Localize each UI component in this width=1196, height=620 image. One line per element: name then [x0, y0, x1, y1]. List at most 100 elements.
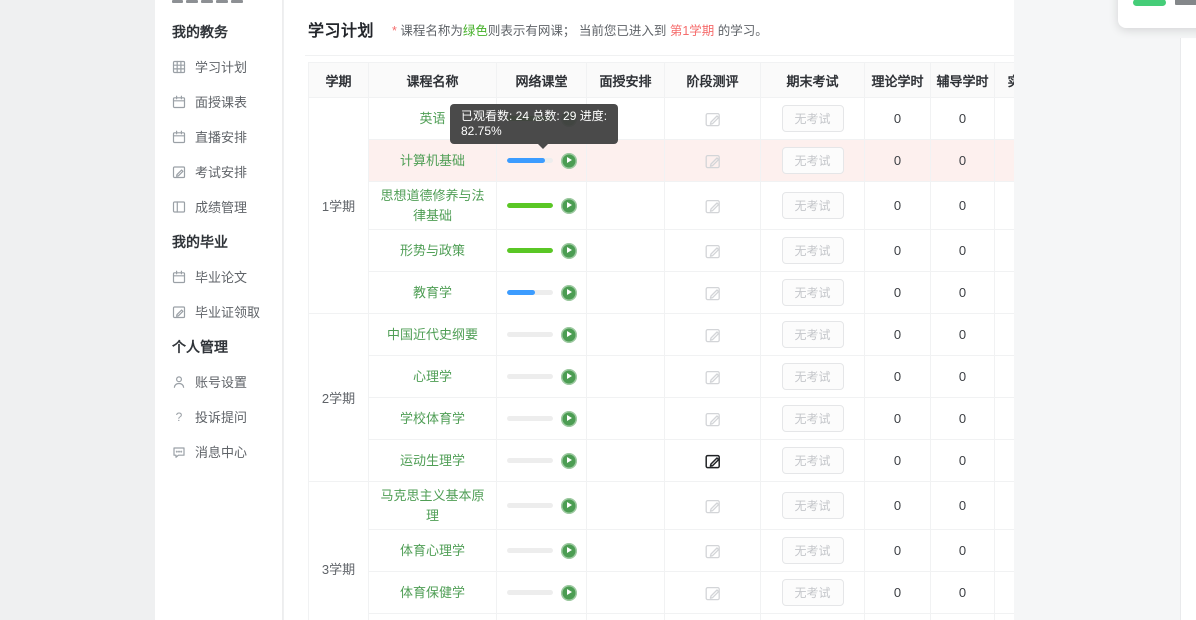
final-exam-cell: 无考试 [760, 397, 865, 440]
stage-assessment-icon[interactable] [665, 284, 760, 302]
stage-assessment-icon[interactable] [665, 584, 760, 602]
table-row: 学校体育学 无考试 0 0 [309, 397, 1014, 440]
course-link[interactable]: 中国近代史纲要 [387, 327, 478, 342]
sidebar-item[interactable]: 毕业论文 [172, 259, 278, 294]
course-link[interactable]: 形势与政策 [400, 243, 465, 258]
header-divider [305, 55, 1014, 56]
course-link[interactable]: 学校体育学 [400, 411, 465, 426]
practice-hours-cell [994, 313, 1014, 356]
online-class-cell [496, 481, 587, 530]
tooltip-line2: 82.75% [461, 124, 502, 138]
column-header: 期末考试 [760, 62, 865, 98]
face-schedule-cell [586, 355, 665, 398]
semester-cell: 2学期 [308, 313, 369, 482]
theory-hours-cell: 0 [864, 355, 931, 398]
final-exam-cell: 无考试 [760, 613, 865, 620]
stage-assessment-icon[interactable] [665, 326, 760, 344]
no-exam-button[interactable]: 无考试 [781, 105, 844, 132]
right-background-zone [1014, 0, 1196, 620]
stage-assessment-icon[interactable] [665, 368, 760, 386]
play-icon[interactable] [560, 152, 577, 169]
no-exam-button[interactable]: 无考试 [781, 147, 844, 174]
no-exam-button[interactable]: 无考试 [781, 192, 844, 219]
stage-assessment-icon[interactable] [665, 152, 760, 170]
course-link[interactable]: 运动生理学 [400, 453, 465, 468]
stage-assessment-icon[interactable] [665, 452, 760, 470]
stage-assessment-cell [664, 271, 761, 314]
stage-assessment-icon[interactable] [665, 110, 760, 128]
practice-hours-cell [994, 181, 1014, 230]
no-exam-button[interactable]: 无考试 [781, 237, 844, 264]
no-exam-button[interactable]: 无考试 [781, 321, 844, 348]
sidebar-item[interactable]: 成绩管理 [172, 189, 278, 224]
no-exam-button[interactable]: 无考试 [781, 447, 844, 474]
no-exam-button[interactable]: 无考试 [781, 537, 844, 564]
edit-square-icon [172, 305, 186, 319]
tutor-hours-cell: 0 [930, 529, 995, 572]
course-name-cell: 计算机基础 [368, 139, 497, 182]
sidebar-item[interactable]: 账号设置 [172, 364, 278, 399]
stage-assessment-icon[interactable] [665, 410, 760, 428]
online-class-cell [496, 313, 587, 356]
course-link[interactable]: 计算机基础 [400, 153, 465, 168]
card-header: 学习计划 * 课程名称为绿色则表示有网课； 当前您已进入到 第1学期 的学习。 [308, 17, 768, 41]
table-row: 形势与政策 无考试 0 0 [309, 229, 1014, 272]
no-exam-button[interactable]: 无考试 [781, 405, 844, 432]
sidebar-item[interactable]: ? 投诉提问 [172, 399, 278, 434]
course-link[interactable]: 体育心理学 [400, 543, 465, 558]
course-link[interactable]: 教育学 [413, 285, 452, 300]
stage-assessment-icon[interactable] [665, 497, 760, 515]
stage-assessment-icon[interactable] [665, 197, 760, 215]
no-exam-button[interactable]: 无考试 [781, 492, 844, 519]
table-body: 1学期 英语 无考试 0 0 计算机基础 无考试 0 0 思想道德修养与法律基础 无考试 0 0 形势与政… [308, 97, 1014, 620]
stage-assessment-cell [664, 313, 761, 356]
stage-assessment-icon[interactable] [665, 242, 760, 260]
sidebar-item[interactable]: 面授课表 [172, 84, 278, 119]
column-header: 理论学时 [864, 62, 931, 98]
play-icon[interactable] [560, 452, 577, 469]
course-name-cell: 教育学 [368, 271, 497, 314]
right-panel-edge [1180, 38, 1196, 620]
online-class-cell [496, 271, 587, 314]
tutor-hours-cell: 0 [930, 613, 995, 620]
play-icon[interactable] [560, 584, 577, 601]
play-icon[interactable] [560, 284, 577, 301]
play-icon[interactable] [560, 410, 577, 427]
play-icon[interactable] [560, 497, 577, 514]
no-exam-button[interactable]: 无考试 [781, 579, 844, 606]
final-exam-cell: 无考试 [760, 229, 865, 272]
sidebar-item[interactable]: 消息中心 [172, 434, 278, 469]
tutor-hours-cell: 0 [930, 139, 995, 182]
course-name-cell: 运动生理学 [368, 439, 497, 482]
theory-hours-cell: 0 [864, 397, 931, 440]
play-icon[interactable] [560, 197, 577, 214]
play-icon[interactable] [560, 368, 577, 385]
progress-bar [506, 416, 553, 421]
sidebar-item[interactable]: 直播安排 [172, 119, 278, 154]
stage-assessment-icon[interactable] [665, 542, 760, 560]
practice-hours-cell [994, 229, 1014, 272]
course-link[interactable]: 英语 [419, 111, 445, 126]
table-row: 教育学 无考试 0 0 [309, 271, 1014, 314]
course-link[interactable]: 思想道德修养与法律基础 [380, 188, 484, 223]
sidebar-item-label: 学习计划 [195, 60, 248, 75]
toast-text-fragment [1175, 0, 1196, 5]
sidebar-item[interactable]: 考试安排 [172, 154, 278, 189]
play-icon[interactable] [560, 326, 577, 343]
course-link[interactable]: 马克思主义基本原理 [380, 488, 484, 523]
course-name-cell: 形势与政策 [368, 229, 497, 272]
column-header: 课程名称 [368, 62, 497, 98]
course-link[interactable]: 心理学 [413, 369, 452, 384]
no-exam-button[interactable]: 无考试 [781, 279, 844, 306]
course-link[interactable]: 体育保健学 [400, 585, 465, 600]
practice-hours-cell [994, 481, 1014, 530]
theory-hours-cell: 0 [864, 271, 931, 314]
no-exam-button[interactable]: 无考试 [781, 363, 844, 390]
progress-bar [506, 158, 553, 163]
sidebar-item[interactable]: 毕业证领取 [172, 294, 278, 329]
play-icon[interactable] [560, 542, 577, 559]
final-exam-cell: 无考试 [760, 181, 865, 230]
play-icon[interactable] [560, 242, 577, 259]
sidebar-item[interactable]: 学习计划 [172, 49, 278, 84]
online-class-cell [496, 355, 587, 398]
